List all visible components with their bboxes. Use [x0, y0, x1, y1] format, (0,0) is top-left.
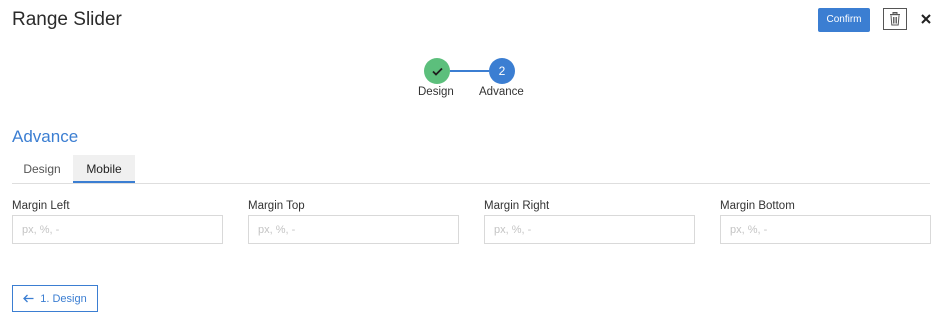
stepper-connector: [450, 70, 489, 72]
step-advance-active[interactable]: 2: [489, 58, 515, 84]
delete-button[interactable]: [883, 8, 907, 30]
tabs-divider: [12, 183, 930, 184]
page-title: Range Slider: [12, 9, 122, 30]
step-design-completed[interactable]: [424, 58, 450, 84]
section-title: Advance: [12, 127, 79, 146]
confirm-button[interactable]: Confirm: [818, 8, 870, 32]
margin-right-input[interactable]: [484, 215, 695, 244]
close-button[interactable]: [918, 8, 934, 30]
tab-design[interactable]: Design: [12, 155, 72, 183]
arrow-left-icon: [23, 294, 34, 303]
step-number: 2: [498, 64, 506, 78]
trash-icon: [890, 12, 900, 26]
margin-top-label: Margin Top: [248, 200, 305, 212]
back-to-design-button[interactable]: 1. Design: [12, 285, 98, 312]
back-button-label: 1. Design: [40, 292, 87, 305]
tab-mobile[interactable]: Mobile: [73, 155, 135, 183]
step-label-advance: Advance: [479, 86, 524, 98]
step-label-design: Design: [418, 86, 454, 98]
margin-right-label: Margin Right: [484, 200, 550, 212]
margin-top-input[interactable]: [248, 215, 459, 244]
margin-bottom-label: Margin Bottom: [720, 200, 795, 212]
margin-bottom-input[interactable]: [720, 215, 931, 244]
check-icon: [431, 67, 443, 76]
close-icon: [921, 14, 931, 24]
margin-left-input[interactable]: [12, 215, 223, 244]
range-slider-editor: Range Slider Confirm 2 Design Advance Ad…: [0, 0, 942, 320]
margin-left-label: Margin Left: [12, 200, 70, 212]
